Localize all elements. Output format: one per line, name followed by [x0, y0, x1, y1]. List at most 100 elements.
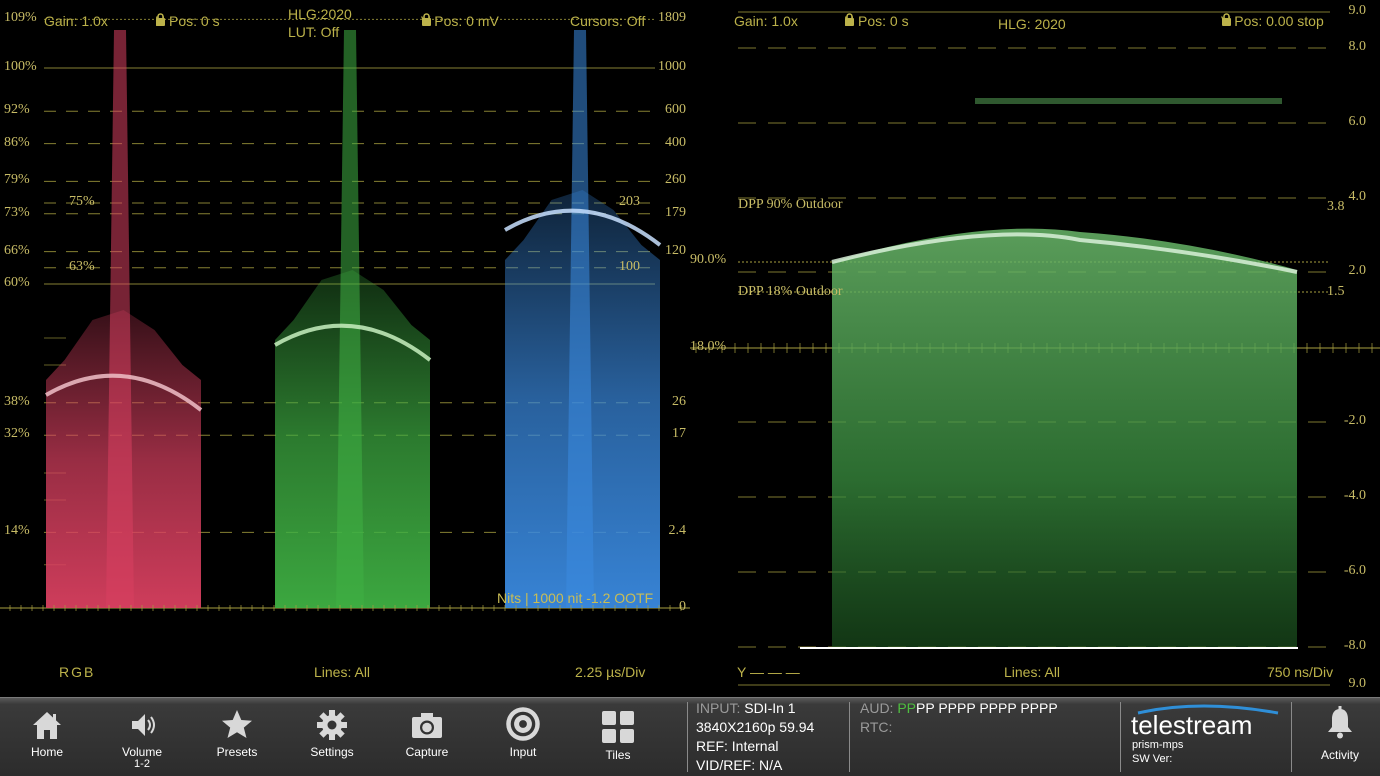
aud-key: AUD: [860, 700, 894, 716]
rtc-key: RTC: [860, 719, 893, 735]
stop-axis-label: 9.0 [1348, 3, 1367, 18]
value-90-label: 90.0% [690, 252, 727, 267]
right-gain: Gain: 1.0x [734, 13, 798, 29]
nits-axis-label: 2.4 [668, 523, 687, 539]
stop-waveform-scope[interactable]: Gain: 1.0x H Pos: 0 s HLG: 2020 V Pos: 0… [690, 0, 1380, 697]
input-icon [506, 707, 540, 741]
percent-label: 38% [4, 393, 30, 409]
left-vpos: V Pos: 0 mV [421, 13, 499, 29]
right-hlg: HLG: 2020 [998, 16, 1066, 32]
audio-status: AUD: PPPP PPPP PPPP PPPP RTC: [860, 699, 1058, 737]
left-lut: LUT: Off [288, 24, 340, 40]
tiles-icon [602, 711, 634, 743]
presets-button[interactable]: Presets [197, 698, 277, 776]
product-name: prism-mps [1132, 739, 1184, 751]
green-spike [336, 30, 364, 608]
activity-button[interactable]: Activity [1300, 698, 1380, 776]
vidref-value: N/A [759, 757, 783, 773]
stop-axis-label: -8.0 [1343, 638, 1366, 653]
percent-label: 66% [4, 242, 30, 258]
input-button[interactable]: Input [483, 698, 563, 776]
telestream-logo: telestream [1131, 704, 1279, 740]
stop-axis-label: -4.0 [1343, 488, 1366, 503]
percent-label: 73% [4, 204, 30, 220]
capture-button[interactable]: Capture [387, 698, 467, 776]
input-status: INPUT: SDI-In 1 3840X2160p 59.94 REF: In… [696, 699, 814, 775]
activity-label: Activity [1320, 748, 1359, 762]
volume-channel: 1-2 [134, 758, 150, 770]
settings-button[interactable]: Settings [292, 698, 372, 776]
volume-button[interactable]: Volume 1-2 [102, 698, 182, 776]
toolbar-divider [1120, 702, 1121, 772]
left-gain: Gain: 1.0x [44, 13, 108, 29]
percent-label: 75% [69, 194, 95, 209]
lock-icon [422, 13, 431, 26]
nits-axis-label: 0 [679, 599, 686, 614]
input-key: INPUT: [696, 700, 741, 716]
lock-icon [156, 13, 165, 26]
lock-icon [845, 13, 854, 26]
right-footer-y: Y — — — [737, 664, 800, 680]
toolbar-divider [1291, 702, 1292, 772]
stop-axis-label: -6.0 [1343, 563, 1366, 578]
capture-label: Capture [405, 745, 449, 759]
stop-axis-label: 2.0 [1348, 263, 1367, 278]
home-button[interactable]: Home [7, 698, 87, 776]
stop-axis-label: 9.0 [1348, 676, 1367, 691]
stop-axis-label: 8.0 [1348, 39, 1367, 54]
right-footer-lines: Lines: All [1004, 664, 1061, 680]
nits-axis-label: 600 [665, 102, 686, 118]
left-footer-lines: Lines: All [314, 664, 371, 680]
video-format: 3840X2160p 59.94 [696, 719, 815, 735]
volume-label: Volume [121, 745, 163, 759]
presets-label: Presets [216, 745, 258, 759]
brand-wordmark: telestream [1131, 710, 1252, 740]
aud-channels: PP PPPP PPPP PPPP [916, 700, 1058, 716]
red-spike [106, 30, 134, 608]
tiles-label: Tiles [605, 748, 631, 762]
stop-axis-label: 4.0 [1348, 189, 1367, 204]
toolbar-divider [849, 702, 850, 772]
dpp18-label: DPP 18% Outdoor [738, 284, 843, 299]
left-cursors: Cursors: Off [570, 13, 646, 29]
blue-spike [566, 30, 594, 608]
home-label: Home [30, 745, 63, 759]
gear-icon [317, 710, 347, 740]
percent-label: 109% [4, 10, 37, 26]
dpp90-label: DPP 90% Outdoor [738, 197, 843, 212]
percent-label: 86% [4, 134, 30, 150]
home-icon [33, 712, 61, 739]
aud-active: PP [897, 700, 917, 716]
camera-icon [412, 713, 442, 738]
bell-icon [1328, 706, 1352, 739]
nits-axis-label: 26 [672, 393, 686, 409]
stop-waveform-graticule [690, 11, 1380, 686]
percent-label: 14% [4, 523, 30, 539]
sw-version: SW Ver: [1132, 753, 1173, 765]
stop-axis-label: -2.0 [1343, 413, 1366, 428]
settings-label: Settings [310, 745, 354, 759]
percent-label: 79% [4, 172, 30, 188]
ref-key: REF: [696, 738, 728, 754]
rgb-waveform-scope[interactable]: Gain: 1.0x H Pos: 0 s HLG:2020 LUT: Off … [0, 0, 690, 697]
nits-label: Nits | 1000 nit -1.2 OOTF [497, 590, 654, 606]
percent-label: 100% [4, 59, 37, 74]
right-footer-time: 750 ns/Div [1267, 664, 1334, 680]
value-1-5-label: 1.5 [1327, 284, 1345, 299]
left-hpos: H Pos: 0 s [155, 13, 220, 29]
star-icon [222, 710, 252, 738]
input-value: SDI-In 1 [744, 700, 796, 716]
footer-mode: RGB [59, 664, 96, 680]
nits-axis-label: 120 [665, 242, 686, 258]
nits-axis-label: 203 [619, 194, 640, 209]
value-3-8-label: 3.8 [1327, 199, 1345, 214]
right-hpos: H Pos: 0 s [844, 13, 909, 29]
nits-axis-label: 100 [619, 258, 640, 274]
nits-axis-label: 179 [665, 204, 686, 220]
speaker-icon [132, 714, 155, 736]
left-hlg: HLG:2020 [288, 6, 352, 22]
lock-icon [1222, 13, 1231, 26]
tiles-button[interactable]: Tiles [578, 698, 658, 776]
nits-axis-label: 17 [672, 426, 686, 442]
input-label: Input [509, 745, 537, 759]
